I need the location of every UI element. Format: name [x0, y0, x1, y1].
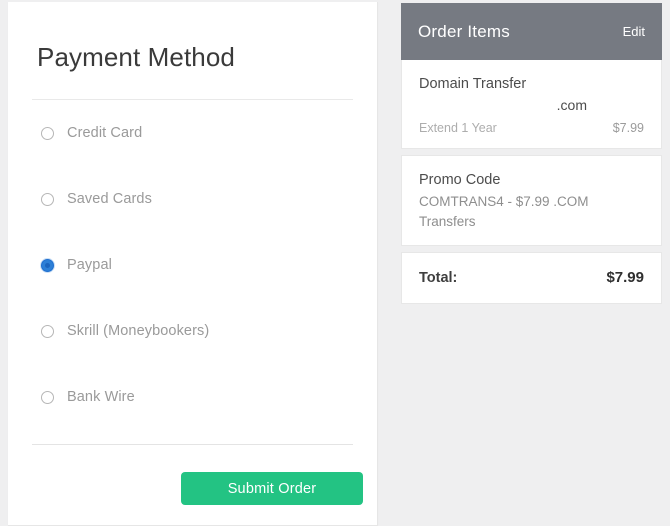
payment-option-label: Skrill (Moneybookers) — [67, 323, 210, 339]
page-title: Payment Method — [37, 42, 235, 72]
order-summary-title: Order Items — [418, 21, 510, 41]
order-item-domain-transfer: Domain Transfer .com Extend 1 Year $7.99 — [401, 60, 662, 149]
payment-option-credit-card[interactable]: Credit Card — [32, 100, 353, 166]
submit-order-button[interactable]: Submit Order — [181, 472, 363, 505]
promo-code-title: Promo Code — [419, 172, 501, 188]
order-item-meta: Extend 1 Year $7.99 — [419, 121, 644, 135]
payment-option-label: Credit Card — [67, 125, 143, 141]
payment-option-label: Paypal — [67, 257, 112, 273]
payment-option-paypal[interactable]: Paypal — [32, 232, 353, 298]
edit-order-link[interactable]: Edit — [623, 24, 645, 39]
payment-method-card: Payment Method Credit Card Saved Cards P… — [8, 2, 378, 526]
payment-option-bank-wire[interactable]: Bank Wire — [32, 364, 353, 430]
order-summary-panel: Order Items Edit Domain Transfer .com Ex… — [401, 3, 662, 304]
promo-code-description: COMTRANS4 - $7.99 .COM Transfers — [419, 194, 589, 229]
order-summary-header: Order Items Edit — [401, 3, 662, 60]
checkout-page: Payment Method Credit Card Saved Cards P… — [0, 0, 670, 526]
radio-icon[interactable] — [41, 390, 54, 404]
order-total-label: Total: — [419, 270, 458, 286]
submit-row: Submit Order — [8, 445, 377, 505]
payment-option-saved-cards[interactable]: Saved Cards — [32, 166, 353, 232]
order-item-domain: .com — [556, 97, 587, 113]
payment-option-skrill[interactable]: Skrill (Moneybookers) — [32, 298, 353, 364]
radio-icon[interactable] — [41, 192, 54, 206]
order-total-row: Total: $7.99 — [401, 252, 662, 304]
order-total-value: $7.99 — [606, 269, 644, 286]
payment-option-label: Bank Wire — [67, 389, 135, 405]
order-item-price: $7.99 — [612, 121, 644, 135]
order-item-term: Extend 1 Year — [419, 121, 497, 135]
order-item-title: Domain Transfer — [419, 76, 527, 92]
order-item-promo-code: Promo Code COMTRANS4 - $7.99 .COM Transf… — [401, 155, 662, 246]
radio-selected-icon[interactable] — [41, 258, 54, 272]
payment-option-label: Saved Cards — [67, 191, 152, 207]
radio-icon[interactable] — [41, 324, 54, 338]
radio-icon[interactable] — [41, 126, 54, 140]
payment-method-list: Credit Card Saved Cards Paypal Skrill (M… — [8, 100, 377, 430]
